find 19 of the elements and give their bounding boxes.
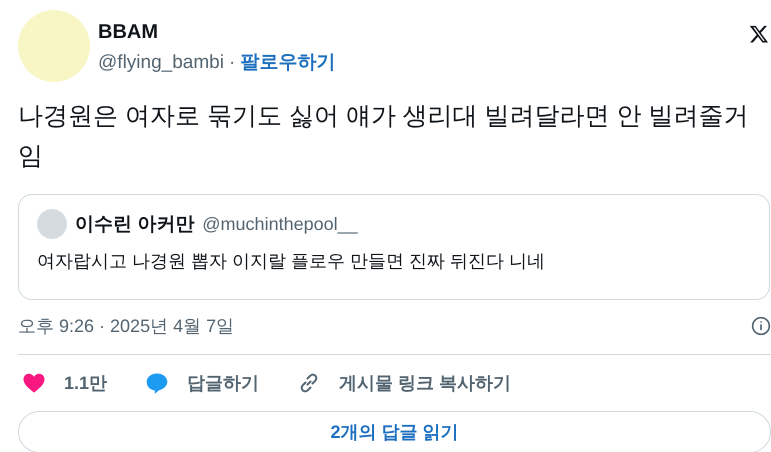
- avatar-image: [37, 209, 67, 239]
- follow-link[interactable]: 팔로우하기: [240, 52, 336, 73]
- speech-bubble-icon[interactable]: [145, 371, 170, 395]
- timestamp[interactable]: 오후 9:26 · 2025년 4월 7일: [18, 314, 234, 338]
- tweet-text: 나경원은 여자로 묶기도 싫어 얘가 생리대 빌려달라면 안 빌려줄거임: [18, 101, 750, 172]
- quoted-author-handle: @muchinthepool__: [202, 214, 358, 234]
- action-label[interactable]: 답글하기: [187, 371, 260, 395]
- info-icon[interactable]: [751, 316, 771, 336]
- quoted-post-card[interactable]: 이수린 아커만 @muchinthepool__ 여자랍시고 나경원 뽑자 이지랄 플로우 만들면 진짜 뒤진다 니네: [18, 194, 770, 300]
- quoted-author-name: 이수린 아커만: [75, 213, 194, 237]
- x-logo-icon[interactable]: [749, 24, 769, 44]
- read-replies-button[interactable]: 2개의 답글 읽기: [18, 411, 771, 452]
- quoted-post-text: 여자랍시고 나경원 뽑자 이지랄 플로우 만들면 진짜 뒤진다 니네: [37, 250, 546, 273]
- author-name[interactable]: BBAM: [98, 20, 336, 44]
- action-label[interactable]: 게시물 링크 복사하기: [339, 371, 512, 395]
- like-count[interactable]: 1.1만: [64, 371, 108, 395]
- heart-icon[interactable]: [22, 371, 46, 395]
- separator: ·: [228, 52, 236, 73]
- author-handle[interactable]: @flying_bambi: [98, 52, 224, 73]
